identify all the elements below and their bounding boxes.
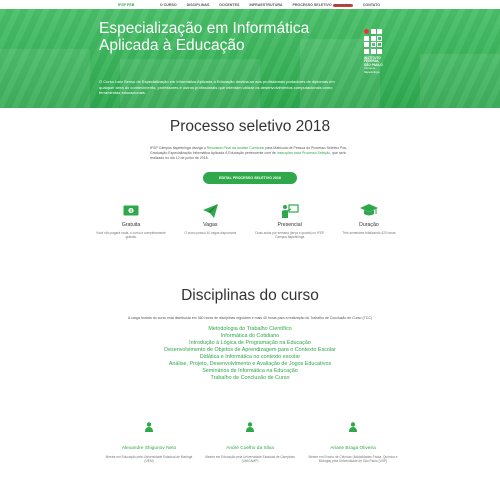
nav-link-docentes[interactable]: DOCENTES <box>219 3 239 7</box>
logo-text-itapetininga: Itapetininga <box>364 69 380 74</box>
user-icon <box>202 422 298 432</box>
disciplina-item[interactable]: Desenvolvimento de Objetos de Aprendizag… <box>0 347 500 354</box>
hero-background-building <box>420 54 500 108</box>
svg-text:$: $ <box>130 208 133 214</box>
processo-seletivo-title: Processo seletivo 2018 <box>169 118 331 135</box>
feature-label: Gratuita <box>121 222 141 228</box>
disciplinas-title: Disciplinas do curso <box>181 287 319 304</box>
disciplina-item[interactable]: Análise, Projeto, Desenvolvimento e Aval… <box>0 361 500 368</box>
feature-duracao: Duração Três semestres totalizando 420 h… <box>334 203 404 240</box>
nav-link-processo-label: PROCESSO SELETIVO <box>292 2 332 7</box>
docente-card: Ariane Braga Oliveira Mestre em Ensino d… <box>305 422 401 464</box>
nav-link-contato[interactable]: CONTATO <box>363 3 380 7</box>
feature-gratuita: $ Gratuita Você não pagará nada, o curso… <box>96 203 166 240</box>
disciplina-item[interactable]: Introdução à Lógica de Programação na Ed… <box>0 340 500 347</box>
instrucoes-link[interactable]: Instruções para Processo Seleção <box>277 151 330 155</box>
processo-seletivo-text: IFSP Câmpus Itapetininga divulga o Resul… <box>150 146 355 161</box>
edital-button[interactable]: EDITAL PROCESSO SELETIVO 2018 <box>203 172 297 184</box>
ifsp-logo-mark <box>364 29 400 54</box>
disciplina-item[interactable]: Didática e Informática no contexto escol… <box>0 354 500 361</box>
disciplina-item[interactable]: Trabalho de Conclusão de Curso <box>0 375 500 382</box>
hero-title: Especialização em Informática Aplicada à… <box>99 20 310 54</box>
docente-description: Mestre em Educação pela Universidade Est… <box>205 455 295 464</box>
disciplina-item[interactable]: Metodologia do Trabalho Científico <box>0 326 500 333</box>
graduation-cap-icon <box>334 203 404 218</box>
disciplina-item[interactable]: Informática do Cotidiano <box>0 333 500 340</box>
docente-name[interactable]: Alexandre Shigunov Neto <box>101 446 197 451</box>
docente-description: Mestre em Educação pela Universidade Est… <box>105 455 193 464</box>
feature-label: Duração <box>359 222 379 228</box>
feature-vagas: Vagas O curso possui 40 vagas disponívei… <box>175 203 245 240</box>
feature-text: Você não pagará nada, o curso é completa… <box>96 231 166 240</box>
feature-label: Presencial <box>277 222 302 228</box>
ifsp-logo: INSTITUTO FEDERAL SÃO PAULO Câmpus Itape… <box>364 29 400 74</box>
feature-text: Três semestres totalizando 420 horas <box>342 231 396 235</box>
nav-link-curso[interactable]: O CURSO <box>160 3 177 7</box>
presentation-icon <box>255 203 325 218</box>
feature-text: Duas aulas por semana (terça e quarta) n… <box>255 231 325 240</box>
inscricoes-badge: INSCRIÇÕES <box>332 3 353 7</box>
paper-plane-icon <box>175 203 245 218</box>
disciplinas-subtitle: A carga horária do curso está distribuíd… <box>128 316 372 320</box>
nav-link-infraestrutura[interactable]: INFRAESTRUTURA <box>249 3 282 7</box>
docente-card: André Coelho da Silva Mestre em Educação… <box>202 422 298 464</box>
processo-text-part: IFSP Câmpus Itapetininga divulga o <box>150 146 207 150</box>
hero-description: O Curso Lato Sensu de Especialização em … <box>99 79 335 96</box>
docente-name[interactable]: Ariane Braga Oliveira <box>305 446 401 451</box>
features-row: $ Gratuita Você não pagará nada, o curso… <box>96 203 404 240</box>
feature-presencial: Presencial Duas aulas por semana (terça … <box>255 203 325 240</box>
user-icon <box>101 422 197 432</box>
feature-text: O curso possui 40 vagas disponíveis <box>184 231 237 235</box>
feature-label: Vagas <box>203 222 218 228</box>
disciplina-item[interactable]: Seminários de Informática na Educação <box>0 368 500 375</box>
nav-brand[interactable]: IFSP PEB <box>118 3 134 7</box>
disciplinas-list: Metodologia do Trabalho Científico Infor… <box>0 326 500 382</box>
nav-link-processo-seletivo[interactable]: PROCESSO SELETIVO INSCRIÇÕES <box>293 3 353 7</box>
docente-description: Mestre em Ensino de Ciências (Modalidade… <box>308 455 398 464</box>
hero-background-building <box>0 49 90 108</box>
hero-banner: Especialização em Informática Aplicada à… <box>0 9 500 108</box>
top-navbar: IFSP PEB O CURSO DISCIPLINAS DOCENTES IN… <box>0 0 500 9</box>
docente-name[interactable]: André Coelho da Silva <box>202 446 298 451</box>
nav-link-disciplinas[interactable]: DISCIPLINAS <box>187 3 210 7</box>
nav-links: O CURSO DISCIPLINAS DOCENTES INFRAESTRUT… <box>160 3 380 7</box>
page: IFSP PEB O CURSO DISCIPLINAS DOCENTES IN… <box>0 0 500 500</box>
user-icon <box>305 422 401 432</box>
resultado-final-link[interactable]: Resultado Final da Análise Curricular <box>207 146 265 150</box>
money-icon: $ <box>96 203 166 218</box>
docente-card: Alexandre Shigunov Neto Mestre em Educaç… <box>101 422 197 464</box>
